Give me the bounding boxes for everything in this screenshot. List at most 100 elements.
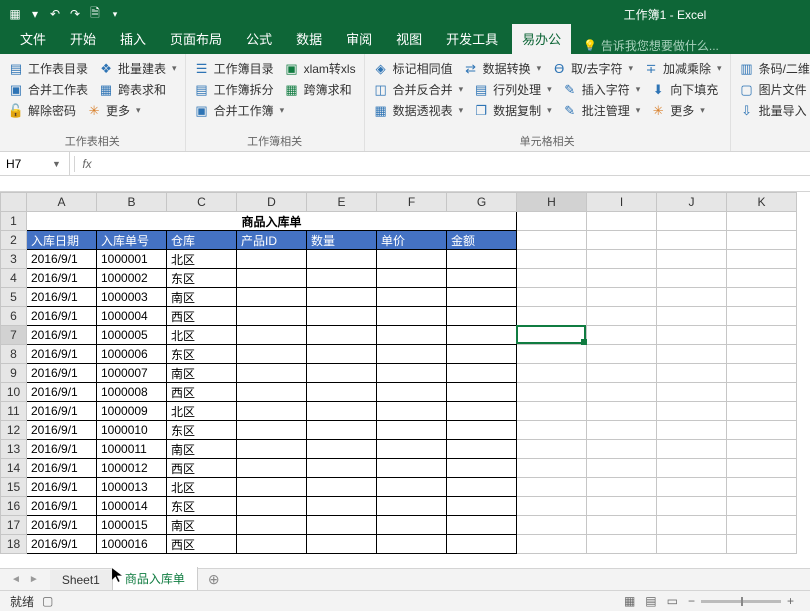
- cell[interactable]: [447, 383, 517, 402]
- cell[interactable]: [377, 440, 447, 459]
- cell[interactable]: [447, 250, 517, 269]
- cell[interactable]: 1000005: [97, 326, 167, 345]
- btn-book-toc[interactable]: ☰工作簿目录: [194, 60, 274, 77]
- cell[interactable]: [517, 535, 587, 554]
- cell[interactable]: 北区: [167, 478, 237, 497]
- cell[interactable]: [237, 307, 307, 326]
- cell[interactable]: [727, 307, 797, 326]
- cell[interactable]: [657, 402, 727, 421]
- row-header-15[interactable]: 15: [1, 478, 27, 497]
- cell[interactable]: [587, 421, 657, 440]
- row-header-6[interactable]: 6: [1, 307, 27, 326]
- row-header-17[interactable]: 17: [1, 516, 27, 535]
- cell[interactable]: 南区: [167, 364, 237, 383]
- column-header[interactable]: 仓库: [167, 231, 237, 250]
- cell[interactable]: [307, 345, 377, 364]
- sheet-add-button[interactable]: ⊕: [198, 571, 230, 588]
- fx-icon[interactable]: fx: [79, 157, 95, 171]
- cell[interactable]: [727, 478, 797, 497]
- cell[interactable]: [727, 383, 797, 402]
- cell[interactable]: [517, 364, 587, 383]
- view-normal-icon[interactable]: ▦: [624, 594, 635, 608]
- cell[interactable]: [657, 478, 727, 497]
- cell[interactable]: 1000006: [97, 345, 167, 364]
- view-break-icon[interactable]: ▭: [667, 594, 678, 608]
- cell[interactable]: [587, 212, 657, 231]
- cell[interactable]: 2016/9/1: [27, 535, 97, 554]
- row-header-16[interactable]: 16: [1, 497, 27, 516]
- cell[interactable]: [237, 497, 307, 516]
- cell[interactable]: 北区: [167, 326, 237, 345]
- btn-mark-same[interactable]: ◈标记相同值: [373, 60, 453, 77]
- btn-barcode[interactable]: ▥条码/二维: [739, 60, 810, 77]
- cell[interactable]: [237, 345, 307, 364]
- cell[interactable]: [307, 326, 377, 345]
- cell[interactable]: [587, 497, 657, 516]
- cell[interactable]: [517, 231, 587, 250]
- cell[interactable]: 东区: [167, 497, 237, 516]
- cell[interactable]: [587, 231, 657, 250]
- cell[interactable]: [447, 345, 517, 364]
- tab-yibangong[interactable]: 易办公: [512, 24, 571, 54]
- cell[interactable]: [307, 440, 377, 459]
- cell[interactable]: 2016/9/1: [27, 250, 97, 269]
- row-header-3[interactable]: 3: [1, 250, 27, 269]
- btn-data-convert[interactable]: ⇄数据转换: [463, 60, 542, 77]
- cell[interactable]: [237, 478, 307, 497]
- btn-merge-unmerge[interactable]: ◫合并反合并: [373, 81, 464, 98]
- cell[interactable]: [587, 516, 657, 535]
- name-box-input[interactable]: [6, 157, 50, 171]
- tab-formula[interactable]: 公式: [236, 24, 282, 54]
- cell[interactable]: [517, 440, 587, 459]
- cell[interactable]: [447, 326, 517, 345]
- cell[interactable]: [657, 212, 727, 231]
- cell[interactable]: [587, 440, 657, 459]
- cell[interactable]: 1000011: [97, 440, 167, 459]
- btn-cross-sum[interactable]: ▦跨表求和: [98, 81, 166, 98]
- cell[interactable]: 西区: [167, 383, 237, 402]
- tab-insert[interactable]: 插入: [110, 24, 156, 54]
- cell[interactable]: [517, 307, 587, 326]
- cell[interactable]: 2016/9/1: [27, 364, 97, 383]
- cell[interactable]: [237, 364, 307, 383]
- qat-redo-icon[interactable]: ↷: [68, 7, 82, 21]
- cell[interactable]: 1000013: [97, 478, 167, 497]
- cell[interactable]: [727, 497, 797, 516]
- cell[interactable]: 南区: [167, 288, 237, 307]
- row-header-4[interactable]: 4: [1, 269, 27, 288]
- btn-more3[interactable]: ✳更多: [650, 102, 705, 119]
- column-header[interactable]: 数量: [307, 231, 377, 250]
- cell[interactable]: [447, 421, 517, 440]
- cell[interactable]: [307, 250, 377, 269]
- row-header-8[interactable]: 8: [1, 345, 27, 364]
- cell[interactable]: [657, 459, 727, 478]
- cell[interactable]: [377, 459, 447, 478]
- cell[interactable]: 1000014: [97, 497, 167, 516]
- cell[interactable]: [377, 326, 447, 345]
- cell[interactable]: [237, 326, 307, 345]
- cell[interactable]: [587, 250, 657, 269]
- btn-insert-char[interactable]: ✎插入字符: [562, 81, 641, 98]
- cell[interactable]: [377, 535, 447, 554]
- formula-input[interactable]: [95, 157, 810, 171]
- btn-book-sum[interactable]: ▦跨簿求和: [284, 81, 352, 98]
- cell[interactable]: 2016/9/1: [27, 345, 97, 364]
- tab-home[interactable]: 开始: [60, 24, 106, 54]
- col-header-B[interactable]: B: [97, 193, 167, 212]
- col-header-D[interactable]: D: [237, 193, 307, 212]
- cell[interactable]: [657, 345, 727, 364]
- cell[interactable]: [657, 307, 727, 326]
- cell[interactable]: 1000009: [97, 402, 167, 421]
- btn-sheet-toc[interactable]: ▤工作表目录: [8, 60, 88, 77]
- cell[interactable]: 东区: [167, 421, 237, 440]
- cell[interactable]: [307, 402, 377, 421]
- cell[interactable]: [447, 516, 517, 535]
- zoom-in-icon[interactable]: +: [787, 594, 794, 608]
- cell[interactable]: 南区: [167, 516, 237, 535]
- cell[interactable]: 1000010: [97, 421, 167, 440]
- cell[interactable]: [587, 535, 657, 554]
- cell[interactable]: [657, 516, 727, 535]
- qat-menu-icon[interactable]: ▦: [8, 7, 22, 21]
- cell[interactable]: 2016/9/1: [27, 326, 97, 345]
- cell[interactable]: 2016/9/1: [27, 383, 97, 402]
